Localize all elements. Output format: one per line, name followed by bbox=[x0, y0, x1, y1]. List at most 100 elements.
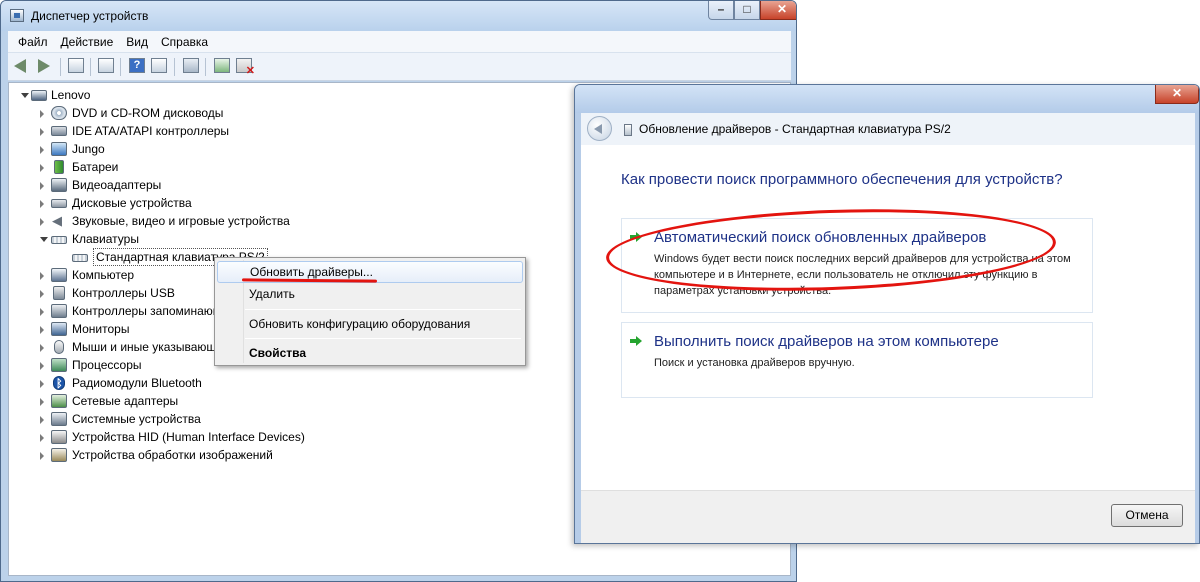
title-bar[interactable]: Диспетчер устройств – □ ✕ bbox=[1, 1, 796, 31]
network-adapter-icon bbox=[51, 394, 67, 408]
view-icon bbox=[151, 58, 167, 73]
keyboard-icon bbox=[624, 124, 632, 136]
expand-icon[interactable] bbox=[40, 452, 44, 460]
option-manual-title: Выполнить поиск драйверов на этом компью… bbox=[654, 333, 999, 350]
toolbar-separator bbox=[120, 58, 121, 76]
update-drivers-dialog: ✕ Обновление драйверов - Стандартная кла… bbox=[574, 84, 1200, 544]
back-button[interactable] bbox=[14, 58, 32, 75]
tree-item-label: DVD и CD-ROM дисководы bbox=[72, 106, 224, 120]
keyboard-icon bbox=[72, 254, 88, 262]
maximize-button[interactable]: □ bbox=[734, 1, 760, 20]
computer-icon bbox=[31, 90, 47, 101]
menu-bar: Файл Действие Вид Справка bbox=[8, 31, 791, 53]
jungo-device-icon bbox=[51, 142, 67, 156]
forward-button[interactable] bbox=[34, 58, 52, 75]
show-hide-console-tree-button[interactable] bbox=[68, 58, 86, 75]
tree-root-label: Lenovo bbox=[51, 88, 91, 102]
expand-icon[interactable] bbox=[40, 308, 44, 316]
menu-view[interactable]: Вид bbox=[126, 35, 148, 49]
dialog-close-button[interactable]: ✕ bbox=[1155, 85, 1199, 104]
disable-device-icon bbox=[236, 58, 255, 77]
tree-item-label: Процессоры bbox=[72, 358, 142, 372]
video-adapter-icon bbox=[51, 178, 67, 192]
window-title: Диспетчер устройств bbox=[31, 9, 149, 23]
toolbar-separator bbox=[60, 58, 61, 76]
expand-icon[interactable] bbox=[40, 290, 44, 298]
menu-file[interactable]: Файл bbox=[18, 35, 48, 49]
computer-icon bbox=[51, 268, 67, 282]
disk-drive-icon bbox=[51, 199, 67, 208]
properties-button[interactable] bbox=[98, 58, 116, 75]
menu-help[interactable]: Справка bbox=[161, 35, 208, 49]
tree-item-label: Дисковые устройства bbox=[72, 196, 192, 210]
menu-scan-hardware[interactable]: Обновить конфигурацию оборудования bbox=[217, 313, 523, 335]
back-arrow-icon bbox=[14, 59, 26, 73]
tree-item-label: IDE ATA/ATAPI контроллеры bbox=[72, 124, 230, 138]
forward-arrow-icon bbox=[38, 59, 50, 73]
context-menu: Обновить драйверы... Удалить Обновить ко… bbox=[214, 257, 526, 366]
tree-item-label: Батареи bbox=[72, 160, 119, 174]
expand-icon[interactable] bbox=[40, 182, 44, 190]
toolbar-separator bbox=[205, 58, 206, 76]
toolbar-separator bbox=[174, 58, 175, 76]
tree-item-label: Видеоадаптеры bbox=[72, 178, 162, 192]
storage-controller-icon bbox=[51, 304, 67, 318]
cancel-button[interactable]: Отмена bbox=[1111, 504, 1183, 527]
imaging-device-icon bbox=[51, 448, 67, 462]
close-icon: ✕ bbox=[776, 2, 788, 16]
expand-icon[interactable] bbox=[40, 272, 44, 280]
tree-item-label: Jungo bbox=[72, 142, 105, 156]
view-button[interactable] bbox=[151, 58, 169, 75]
tree-item-label: Звуковые, видео и игровые устройства bbox=[72, 214, 290, 228]
keyboard-icon bbox=[51, 236, 67, 244]
help-button[interactable]: ? bbox=[129, 58, 147, 75]
expand-icon[interactable] bbox=[40, 200, 44, 208]
monitor-icon bbox=[51, 322, 67, 336]
dialog-title-bar[interactable]: ✕ bbox=[575, 85, 1199, 113]
expand-icon[interactable] bbox=[40, 434, 44, 442]
expand-icon[interactable] bbox=[40, 110, 44, 118]
dialog-title: Обновление драйверов - Стандартная клави… bbox=[639, 122, 951, 136]
expand-icon[interactable] bbox=[40, 128, 44, 136]
menu-separator bbox=[245, 309, 521, 310]
expand-icon[interactable] bbox=[40, 326, 44, 334]
expand-icon[interactable] bbox=[40, 416, 44, 424]
green-arrow-icon bbox=[630, 336, 642, 346]
tree-item-label: Контроллеры USB bbox=[72, 286, 175, 300]
ide-controller-icon bbox=[51, 126, 67, 136]
mouse-icon bbox=[54, 340, 64, 354]
system-device-icon bbox=[51, 412, 67, 426]
disable-device-button[interactable] bbox=[236, 58, 255, 77]
menu-delete[interactable]: Удалить bbox=[217, 283, 523, 305]
menu-properties[interactable]: Свойства bbox=[217, 342, 523, 364]
menu-action[interactable]: Действие bbox=[61, 35, 114, 49]
maximize-icon: □ bbox=[743, 2, 751, 16]
collapse-icon[interactable] bbox=[21, 93, 29, 98]
properties-icon bbox=[98, 58, 114, 73]
tree-item-label: Устройства обработки изображений bbox=[72, 448, 273, 462]
toolbar-separator bbox=[90, 58, 91, 76]
expand-icon[interactable] bbox=[40, 164, 44, 172]
collapse-icon[interactable] bbox=[40, 237, 48, 242]
device-manager-icon bbox=[10, 9, 24, 22]
expand-icon[interactable] bbox=[40, 344, 44, 352]
dialog-body: Как провести поиск программного обеспече… bbox=[581, 145, 1195, 490]
expand-icon[interactable] bbox=[40, 146, 44, 154]
hid-icon bbox=[51, 430, 67, 444]
expand-icon[interactable] bbox=[40, 380, 44, 388]
bluetooth-icon bbox=[53, 375, 65, 393]
tree-item-label: Сетевые адаптеры bbox=[72, 394, 179, 408]
tree-item-label: Компьютер bbox=[72, 268, 135, 282]
expand-icon[interactable] bbox=[40, 398, 44, 406]
expand-icon[interactable] bbox=[40, 362, 44, 370]
scan-hardware-button[interactable] bbox=[183, 58, 201, 75]
update-driver-button[interactable] bbox=[214, 58, 232, 75]
dialog-back-button[interactable] bbox=[587, 116, 612, 141]
processor-icon bbox=[51, 358, 67, 372]
expand-icon[interactable] bbox=[40, 218, 44, 226]
minimize-button[interactable]: – bbox=[708, 1, 734, 20]
update-driver-icon bbox=[214, 58, 230, 73]
tree-item-label: Мониторы bbox=[72, 322, 130, 336]
option-manual-search[interactable]: Выполнить поиск драйверов на этом компью… bbox=[621, 322, 1093, 398]
close-button[interactable]: ✕ bbox=[760, 1, 796, 20]
